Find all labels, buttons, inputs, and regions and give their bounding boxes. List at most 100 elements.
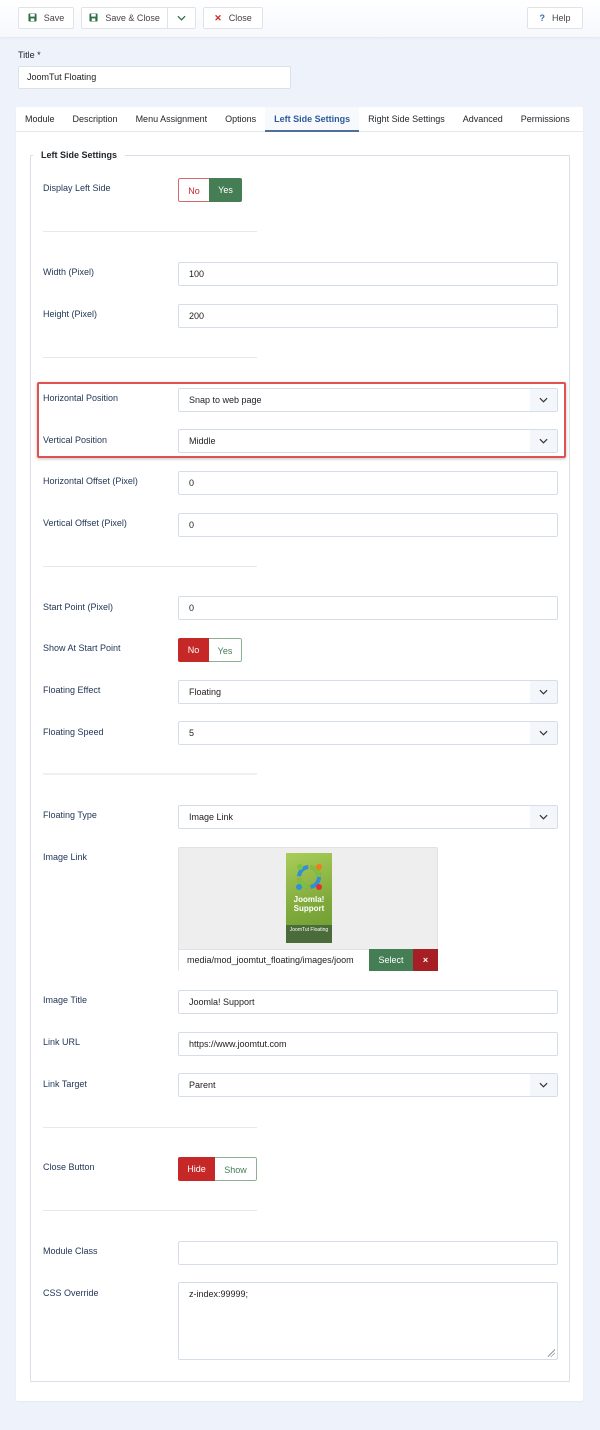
divider xyxy=(43,566,257,567)
image-link-label: Image Link xyxy=(43,852,88,862)
image-link-media-field: Joomla! Support JoomTut Floating media/m… xyxy=(178,847,438,971)
save-icon xyxy=(89,12,98,24)
chevron-down-icon xyxy=(177,13,186,23)
resize-handle-icon[interactable] xyxy=(547,1349,555,1357)
divider xyxy=(43,357,257,358)
show-at-start-point-label: Show At Start Point xyxy=(43,643,121,653)
horizontal-offset-label: Horizontal Offset (Pixel) xyxy=(43,476,138,486)
close-button[interactable]: ✕ Close xyxy=(203,7,263,29)
save-close-label: Save & Close xyxy=(105,13,160,23)
display-left-side-switch: No Yes xyxy=(178,178,242,202)
show-at-start-point-switch: No Yes xyxy=(178,638,242,662)
show-at-start-point-no[interactable]: No xyxy=(178,638,209,662)
link-url-label: Link URL xyxy=(43,1037,81,1047)
horizontal-position-label: Horizontal Position xyxy=(43,393,119,403)
vertical-position-select[interactable]: Middle xyxy=(178,429,558,453)
preview-text: Joomla! Support xyxy=(293,895,325,913)
joomla-logo-icon xyxy=(296,864,322,890)
chevron-down-icon xyxy=(530,722,557,744)
tab-module[interactable]: Module xyxy=(16,107,64,132)
divider xyxy=(43,231,257,232)
tab-right-side-settings[interactable]: Right Side Settings xyxy=(359,107,454,132)
image-preview: Joomla! Support JoomTut Floating xyxy=(286,853,332,943)
css-override-label: CSS Override xyxy=(43,1288,99,1298)
tab-options[interactable]: Options xyxy=(216,107,265,132)
close-button-switch: Hide Show xyxy=(178,1157,257,1181)
help-button[interactable]: ? Help xyxy=(527,7,583,29)
horizontal-position-value: Snap to web page xyxy=(189,395,262,405)
link-url-input[interactable]: https://www.joomtut.com xyxy=(178,1032,558,1056)
close-button-show[interactable]: Show xyxy=(215,1157,257,1181)
floating-effect-label: Floating Effect xyxy=(43,685,101,695)
chevron-down-icon xyxy=(530,1074,557,1096)
chevron-down-icon xyxy=(530,806,557,828)
width-input[interactable]: 100 xyxy=(178,262,558,286)
preview-caption: JoomTut Floating xyxy=(286,925,332,943)
image-clear-button[interactable]: × xyxy=(413,949,438,971)
divider xyxy=(43,773,257,775)
title-label: Title * xyxy=(18,50,41,60)
close-icon: × xyxy=(422,955,429,965)
floating-effect-select[interactable]: Floating xyxy=(178,680,558,704)
chevron-down-icon xyxy=(530,430,557,452)
left-side-fieldset xyxy=(30,155,570,1382)
show-at-start-point-yes[interactable]: Yes xyxy=(209,638,242,662)
link-target-select[interactable]: Parent xyxy=(178,1073,558,1097)
save-close-group: Save & Close xyxy=(81,7,196,29)
chevron-down-icon xyxy=(530,389,557,411)
save-close-button[interactable]: Save & Close xyxy=(82,8,169,28)
module-class-label: Module Class xyxy=(43,1246,98,1256)
save-label: Save xyxy=(43,13,65,23)
floating-speed-label: Floating Speed xyxy=(43,727,104,737)
floating-type-select[interactable]: Image Link xyxy=(178,805,558,829)
horizontal-offset-input[interactable]: 0 xyxy=(178,471,558,495)
divider xyxy=(43,1210,257,1211)
floating-type-label: Floating Type xyxy=(43,810,97,820)
display-left-side-label: Display Left Side xyxy=(43,183,111,193)
start-point-input[interactable]: 0 xyxy=(178,596,558,620)
tab-menu-assignment[interactable]: Menu Assignment xyxy=(127,107,217,132)
divider xyxy=(43,1127,257,1128)
tab-left-side-settings[interactable]: Left Side Settings xyxy=(265,107,360,132)
link-target-label: Link Target xyxy=(43,1079,87,1089)
tab-advanced[interactable]: Advanced xyxy=(454,107,512,132)
floating-speed-select[interactable]: 5 xyxy=(178,721,558,745)
horizontal-position-select[interactable]: Snap to web page xyxy=(178,388,558,412)
close-button-label: Close Button xyxy=(43,1162,95,1172)
floating-effect-value: Floating xyxy=(189,687,222,697)
tab-permissions[interactable]: Permissions xyxy=(512,107,579,132)
chevron-down-icon xyxy=(530,681,557,703)
toolbar: Save Save & Close ✕ Close ? Help xyxy=(0,0,600,37)
height-input[interactable]: 200 xyxy=(178,304,558,328)
vertical-position-value: Middle xyxy=(189,436,216,446)
save-icon xyxy=(28,12,37,24)
tab-description[interactable]: Description xyxy=(64,107,127,132)
fieldset-legend: Left Side Settings xyxy=(33,150,126,160)
image-title-input[interactable]: Joomla! Support xyxy=(178,990,558,1014)
image-title-label: Image Title xyxy=(43,995,88,1005)
vertical-offset-label: Vertical Offset (Pixel) xyxy=(43,518,127,528)
close-label: Close xyxy=(228,13,252,23)
floating-type-value: Image Link xyxy=(189,812,234,822)
save-dropdown-toggle[interactable] xyxy=(168,8,195,28)
vertical-position-label: Vertical Position xyxy=(43,435,108,445)
css-override-textarea[interactable]: z-index:99999; xyxy=(178,1282,558,1360)
css-override-value: z-index:99999; xyxy=(189,1289,249,1299)
width-label: Width (Pixel) xyxy=(43,267,95,277)
close-button-hide[interactable]: Hide xyxy=(178,1157,215,1181)
title-input[interactable]: JoomTut Floating xyxy=(18,66,291,89)
display-left-side-yes[interactable]: Yes xyxy=(209,178,242,202)
vertical-offset-input[interactable]: 0 xyxy=(178,513,558,537)
floating-speed-value: 5 xyxy=(189,728,195,738)
link-target-value: Parent xyxy=(189,1080,216,1090)
start-point-label: Start Point (Pixel) xyxy=(43,602,114,612)
help-icon: ? xyxy=(539,13,545,23)
close-icon: ✕ xyxy=(214,12,222,23)
save-button[interactable]: Save xyxy=(18,7,74,29)
image-select-button[interactable]: Select xyxy=(369,949,413,971)
display-left-side-no[interactable]: No xyxy=(178,178,209,202)
height-label: Height (Pixel) xyxy=(43,309,98,319)
tab-bar: Module Description Menu Assignment Optio… xyxy=(16,107,583,132)
image-path-input[interactable]: media/mod_joomtut_floating/images/joom xyxy=(179,949,369,971)
module-class-input[interactable] xyxy=(178,1241,558,1265)
